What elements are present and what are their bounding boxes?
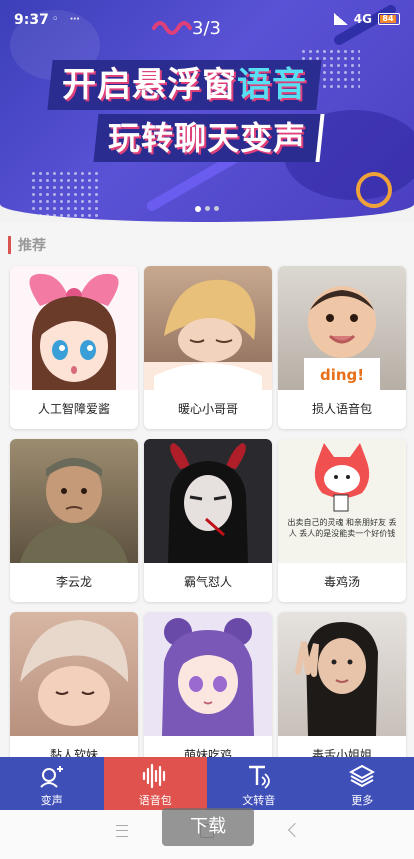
banner-ring xyxy=(356,172,392,208)
headline-text: 开启悬浮窗 xyxy=(62,65,237,105)
status-right: 4G 84 xyxy=(333,12,400,26)
tab-label: 变声 xyxy=(40,794,63,807)
ding-badge: ding! xyxy=(320,366,365,384)
girl-peace-sign-icon xyxy=(278,612,406,736)
notification-icons: ◦ ⋯ xyxy=(52,14,84,25)
section-title-bar xyxy=(8,236,11,254)
headline-text: 玩转聊天变声 xyxy=(108,119,307,157)
waveform-icon xyxy=(143,763,166,789)
pager-dot xyxy=(195,206,201,212)
status-time: 9:37 xyxy=(14,12,49,28)
voice-pack-card[interactable]: 暖心小哥哥 xyxy=(144,266,272,429)
cat-comic-icon: 出卖自己的灵魂 和亲朋好友 丢人 丢人的是没能卖一个好价钱 xyxy=(278,439,406,563)
signal-icon xyxy=(333,13,348,25)
recommend-section: 推荐 人工智障爱酱 暖心小哥哥 ding! 损人语音包 李云龙 霸气怼人 出卖自… xyxy=(0,222,414,758)
banner-headline-1: 开启悬浮窗语音 xyxy=(47,60,322,110)
voice-pack-card[interactable]: 人工智障爱酱 xyxy=(10,266,138,429)
network-type: 4G xyxy=(353,12,372,26)
pager-dot xyxy=(205,206,210,211)
voice-pack-label: 暖心小哥哥 xyxy=(177,402,238,416)
baby-ding-icon: ding! xyxy=(278,266,406,390)
layers-icon xyxy=(349,764,376,788)
back-icon[interactable] xyxy=(287,822,303,838)
girl-hat-icon xyxy=(10,612,138,736)
anime-girl-bow-icon xyxy=(10,266,138,390)
tab-more[interactable]: 更多 xyxy=(311,757,414,810)
voice-pack-card[interactable]: 黏人软妹 xyxy=(10,612,138,758)
soldier-portrait-icon xyxy=(10,439,138,563)
voice-pack-label: 人工智障爱酱 xyxy=(37,402,110,416)
tab-label: 文转音 xyxy=(242,794,276,807)
tab-voice-pack[interactable]: 语音包 xyxy=(103,757,207,810)
anime-boy-sleeping-icon xyxy=(144,266,272,390)
text-to-speech-icon xyxy=(248,765,270,789)
comic-caption: 出卖自己的灵魂 和亲朋好友 丢人 丢人的是没能卖一个好价钱 xyxy=(287,518,397,538)
voice-pack-card[interactable]: 毒舌小姐姐 xyxy=(278,612,406,758)
tab-text-to-speech[interactable]: 文转音 xyxy=(207,757,311,810)
voice-pack-label: 霸气怼人 xyxy=(183,575,232,589)
pager-dot xyxy=(214,206,219,211)
horned-girl-icon xyxy=(144,439,272,563)
download-button[interactable]: 下载 xyxy=(162,808,254,846)
tab-label: 更多 xyxy=(351,794,374,807)
banner-headline-2: 玩转聊天变声 xyxy=(93,114,325,162)
voice-pack-card[interactable]: 萌妹吃鸡 xyxy=(144,612,272,758)
banner-pager xyxy=(195,206,219,212)
tab-voice-change[interactable]: 变声 xyxy=(0,757,104,810)
promo-banner[interactable]: 9:37 ◦ ⋯ 4G 84 3/3 开启悬浮窗语音 玩转聊天变声 xyxy=(0,0,414,222)
bottom-tab-bar: 变声 语音包 文转音 更多 xyxy=(0,757,414,810)
voice-pack-label: 损人语音包 xyxy=(311,402,372,416)
banner-page-indicator: 3/3 xyxy=(192,18,221,39)
tab-label: 语音包 xyxy=(138,794,172,807)
voice-pack-label: 萌妹吃鸡 xyxy=(183,748,232,758)
voice-pack-label: 毒鸡汤 xyxy=(323,575,360,589)
battery-level: 84 xyxy=(380,15,396,23)
voice-pack-card[interactable]: 出卖自己的灵魂 和亲朋好友 丢人 丢人的是没能卖一个好价钱 毒鸡汤 xyxy=(278,439,406,602)
voice-pack-label: 毒舌小姐姐 xyxy=(311,748,372,758)
banner-dots xyxy=(30,170,100,220)
section-title: 推荐 xyxy=(8,236,46,254)
voice-change-icon xyxy=(40,766,63,788)
section-title-text: 推荐 xyxy=(18,238,46,254)
battery-icon: 84 xyxy=(378,13,400,25)
voice-pack-card[interactable]: 霸气怼人 xyxy=(144,439,272,602)
voice-pack-label: 黏人软妹 xyxy=(49,748,98,758)
voice-pack-card[interactable]: 李云龙 xyxy=(10,439,138,602)
menu-icon[interactable] xyxy=(116,825,128,837)
headline-accent-text: 语音 xyxy=(237,65,307,105)
voice-pack-card[interactable]: ding! 损人语音包 xyxy=(278,266,406,429)
voice-pack-label: 李云龙 xyxy=(55,575,92,589)
anime-girl-purple-icon xyxy=(144,612,272,736)
